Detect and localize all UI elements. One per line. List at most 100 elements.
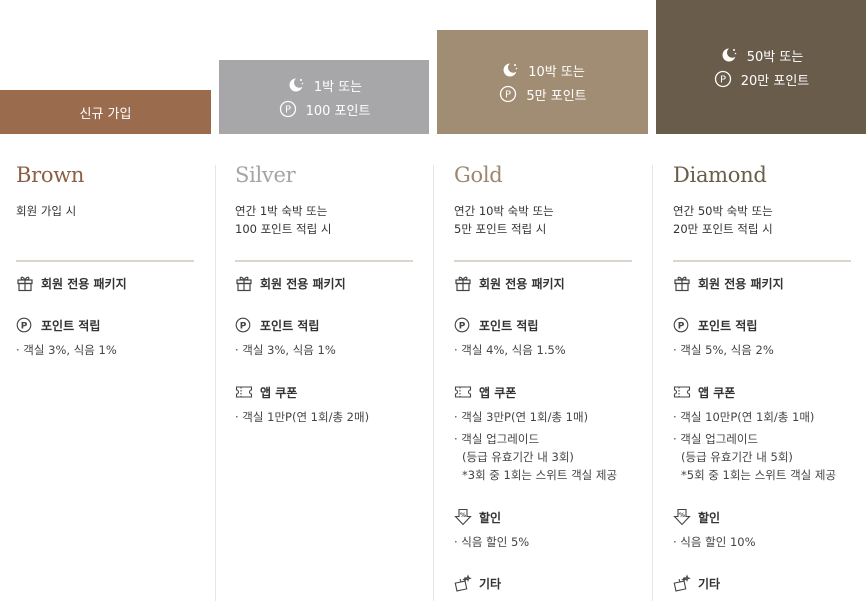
benefit-package: 회원 전용 패키지	[16, 273, 194, 293]
section-title: 포인트 적립	[41, 318, 101, 333]
sparkle-gift-icon	[673, 573, 693, 593]
bar-brown-label: 신규 가입	[79, 106, 132, 122]
gift-icon	[235, 273, 255, 293]
ticket-icon	[454, 382, 474, 402]
tier-name: Diamond	[673, 163, 767, 187]
benefit-etc: 기타	[673, 573, 851, 593]
bar-silver-points: 100 포인트	[305, 103, 371, 119]
benefit-item-note: *3회 중 1회는 스위트 객실 제공	[462, 468, 618, 482]
section-divider	[16, 260, 194, 262]
point-icon: P	[713, 70, 733, 88]
benefit-item: · 식음 할인 5%	[454, 535, 530, 549]
discount-arrow-icon: %	[673, 507, 693, 527]
benefit-item: · 객실 3%, 식음 1%	[16, 343, 117, 357]
benefit-points: P 포인트 적립 · 객실 3%, 식음 1%	[235, 315, 413, 359]
benefit-item: · 식음 할인 10%	[673, 535, 756, 549]
tier-requirement: 회원 가입 시	[16, 202, 194, 250]
benefit-item: · 객실 1만P(연 1회/총 2매)	[235, 410, 370, 424]
svg-text:P: P	[285, 105, 291, 116]
section-title: 앱 쿠폰	[698, 385, 736, 400]
section-title: 포인트 적립	[479, 318, 539, 333]
bar-silver: 1박 또는 P 100 포인트	[219, 60, 429, 134]
benefit-coupon: 앱 쿠폰 · 객실 1만P(연 1회/총 2매)	[235, 382, 413, 426]
requirement-line: 회원 가입 시	[16, 204, 77, 218]
bar-diamond-nights: 50박 또는	[746, 49, 804, 65]
requirement-line: 연간 1박 숙박 또는	[235, 204, 328, 218]
svg-text:P: P	[21, 321, 28, 331]
bar-brown: 신규 가입	[0, 90, 211, 134]
tier-column-gold: Gold 연간 10박 숙박 또는 5만 포인트 적립 시 회원 전용 패키지 …	[454, 160, 632, 601]
section-title: 포인트 적립	[698, 318, 758, 333]
discount-arrow-icon: %	[454, 507, 474, 527]
tier-requirement: 연간 50박 숙박 또는 20만 포인트 적립 시	[673, 202, 851, 250]
tier-requirement: 연간 10박 숙박 또는 5만 포인트 적립 시	[454, 202, 632, 250]
point-icon: P	[235, 315, 255, 335]
moon-star-icon	[286, 76, 306, 94]
column-divider	[215, 165, 216, 601]
benefit-points: P 포인트 적립 · 객실 5%, 식음 2%	[673, 315, 851, 359]
section-title: 앱 쿠폰	[260, 385, 298, 400]
section-divider	[673, 260, 851, 262]
benefit-discount: % 할인 · 식음 할인 10%	[673, 507, 851, 551]
benefit-item-detail: (등급 유효기간 내 3회)	[462, 450, 574, 464]
bar-gold: 10박 또는 P 5만 포인트	[437, 30, 648, 134]
svg-text:P: P	[505, 90, 511, 101]
tier-name: Silver	[235, 163, 296, 187]
point-icon: P	[673, 315, 693, 335]
svg-text:%: %	[679, 512, 685, 519]
benefit-item: · 객실 업그레이드	[454, 432, 540, 446]
svg-text:P: P	[678, 321, 685, 331]
section-title: 할인	[479, 510, 502, 525]
tier-name: Gold	[454, 163, 503, 187]
benefit-package: 회원 전용 패키지	[673, 273, 851, 293]
requirement-line: 100 포인트 적립 시	[235, 222, 332, 236]
benefit-discount: % 할인 · 식음 할인 5%	[454, 507, 632, 551]
section-title: 회원 전용 패키지	[41, 276, 127, 291]
bar-silver-nights: 1박 또는	[313, 79, 363, 95]
section-title: 앱 쿠폰	[479, 385, 517, 400]
column-divider	[433, 165, 434, 601]
benefit-item: · 객실 업그레이드	[673, 432, 759, 446]
svg-text:%: %	[460, 512, 466, 519]
section-title: 기타	[479, 576, 502, 591]
benefit-item: · 객실 3%, 식음 1%	[235, 343, 336, 357]
svg-text:P: P	[240, 321, 247, 331]
benefit-item: · 객실 5%, 식음 2%	[673, 343, 774, 357]
section-title: 회원 전용 패키지	[698, 276, 784, 291]
benefit-item: · 객실 4%, 식음 1.5%	[454, 343, 566, 357]
bar-diamond: 50박 또는 P 20만 포인트	[656, 0, 866, 134]
benefit-item-detail: (등급 유효기간 내 5회)	[681, 450, 793, 464]
tier-column-brown: Brown 회원 가입 시 회원 전용 패키지 P 포인트 적립 · 객실 3%…	[16, 160, 194, 601]
benefit-item-note: *5회 중 1회는 스위트 객실 제공	[681, 468, 837, 482]
gift-icon	[16, 273, 36, 293]
benefit-package: 회원 전용 패키지	[235, 273, 413, 293]
benefit-coupon: 앱 쿠폰 · 객실 3만P(연 1회/총 1매) · 객실 업그레이드 (등급 …	[454, 382, 632, 484]
ticket-icon	[235, 382, 255, 402]
moon-star-icon	[500, 61, 520, 79]
benefit-coupon: 앱 쿠폰 · 객실 10만P(연 1회/총 1매) · 객실 업그레이드 (등급…	[673, 382, 851, 484]
bar-gold-nights: 10박 또는	[528, 64, 585, 80]
benefit-item: · 객실 10만P(연 1회/총 1매)	[673, 410, 815, 424]
section-title: 기타	[698, 576, 721, 591]
section-title: 포인트 적립	[260, 318, 320, 333]
tier-name: Brown	[16, 163, 85, 187]
section-divider	[235, 260, 413, 262]
svg-text:P: P	[720, 75, 726, 86]
benefit-points: P 포인트 적립 · 객실 4%, 식음 1.5%	[454, 315, 632, 359]
gift-icon	[454, 273, 474, 293]
benefit-points: P 포인트 적립 · 객실 3%, 식음 1%	[16, 315, 194, 359]
section-title: 회원 전용 패키지	[479, 276, 565, 291]
benefit-etc: 기타	[454, 573, 632, 593]
point-icon: P	[454, 315, 474, 335]
requirement-line: 연간 50박 숙박 또는	[673, 204, 773, 218]
column-divider	[652, 165, 653, 601]
tier-column-diamond: Diamond 연간 50박 숙박 또는 20만 포인트 적립 시 회원 전용 …	[673, 160, 851, 601]
section-title: 할인	[698, 510, 721, 525]
sparkle-gift-icon	[454, 573, 474, 593]
requirement-line: 20만 포인트 적립 시	[673, 222, 773, 236]
ticket-icon	[673, 382, 693, 402]
bar-diamond-points: 20만 포인트	[740, 73, 810, 89]
bar-gold-points: 5만 포인트	[526, 88, 587, 104]
gift-icon	[673, 273, 693, 293]
section-divider	[454, 260, 632, 262]
